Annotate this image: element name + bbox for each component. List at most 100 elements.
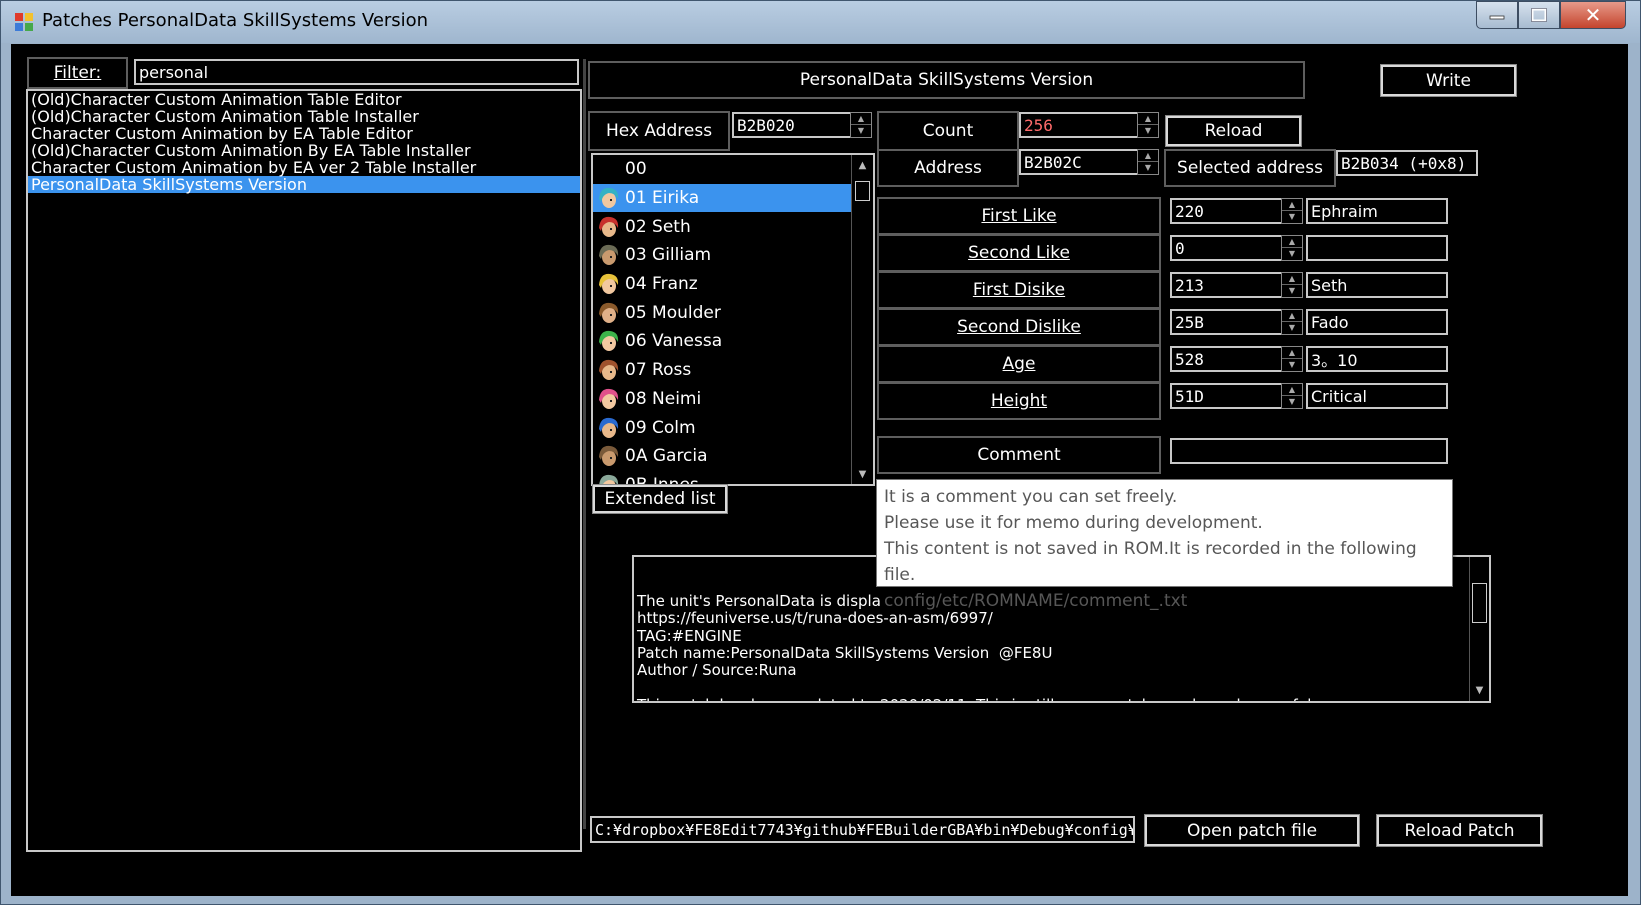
stepper-up-icon[interactable]: ▲ — [1282, 310, 1302, 322]
field-value-input[interactable]: 220 — [1170, 198, 1284, 224]
unit-list-label: 04 Franz — [625, 274, 698, 295]
stepper-up-icon[interactable]: ▲ — [1282, 273, 1302, 285]
stepper-down-icon[interactable]: ▼ — [1282, 285, 1302, 297]
stepper-up-icon[interactable]: ▲ — [1138, 113, 1158, 125]
unit-list-item[interactable]: 05 Moulder — [593, 298, 853, 327]
unit-list-item[interactable]: 04 Franz — [593, 270, 853, 299]
patch-list-item[interactable]: (Old)Character Custom Animation Table In… — [28, 108, 580, 125]
field-label-text[interactable]: First Disike — [973, 280, 1065, 300]
field-name-display[interactable] — [1306, 235, 1448, 261]
info-scrollbar[interactable]: ▲ ▼ — [1469, 557, 1489, 701]
maximize-button[interactable] — [1518, 1, 1560, 29]
unit-list-item[interactable]: 0B Innes — [593, 471, 853, 484]
patch-list-item[interactable]: (Old)Character Custom Animation By EA Ta… — [28, 142, 580, 159]
field-value-stepper[interactable]: ▲ ▼ — [1281, 383, 1303, 409]
unit-list-label: 0A Garcia — [625, 446, 708, 467]
patch-path-input[interactable]: C:¥dropbox¥FE8Edit7743¥github¥FEBuilderG… — [590, 816, 1135, 843]
reload-patch-button[interactable]: Reload Patch — [1376, 814, 1543, 847]
scroll-down-icon[interactable]: ▼ — [852, 464, 873, 484]
stepper-down-icon[interactable]: ▼ — [1138, 162, 1158, 174]
hex-address-input[interactable]: B2B020 — [732, 112, 852, 138]
field-value-stepper[interactable]: ▲ ▼ — [1281, 198, 1303, 224]
unit-list-item[interactable]: 00 — [593, 155, 853, 184]
field-value-input[interactable]: 0 — [1170, 235, 1284, 261]
unit-list-item[interactable]: 02 Seth — [593, 212, 853, 241]
field-name-display[interactable]: Ephraim — [1306, 198, 1448, 224]
comment-input[interactable] — [1170, 438, 1448, 464]
write-button[interactable]: Write — [1380, 64, 1517, 97]
minimize-button[interactable] — [1476, 1, 1518, 29]
patch-list-item[interactable]: PersonalData SkillSystems Version — [28, 176, 580, 193]
address-stepper[interactable]: ▲ ▼ — [1137, 149, 1159, 175]
count-input[interactable]: 256 — [1019, 112, 1139, 138]
patch-list-item[interactable]: (Old)Character Custom Animation Table Ed… — [28, 91, 580, 108]
field-label-text[interactable]: Height — [991, 391, 1047, 411]
field-name-display[interactable]: Fado — [1306, 309, 1448, 335]
scroll-down-icon[interactable]: ▼ — [1470, 681, 1489, 701]
unit-list-item[interactable]: 08 Neimi — [593, 385, 853, 414]
unit-list-item[interactable]: 09 Colm — [593, 413, 853, 442]
unit-list-scrollbar[interactable]: ▲ ▼ — [851, 155, 873, 484]
stepper-up-icon[interactable]: ▲ — [1282, 236, 1302, 248]
field-name-display[interactable]: Critical — [1306, 383, 1448, 409]
field-value-stepper[interactable]: ▲ ▼ — [1281, 346, 1303, 372]
stepper-up-icon[interactable]: ▲ — [1282, 384, 1302, 396]
patch-list-item[interactable]: Character Custom Animation by EA Table E… — [28, 125, 580, 142]
field-label-text[interactable]: First Like — [981, 206, 1056, 226]
field-label-text[interactable]: Second Like — [968, 243, 1070, 263]
filter-input[interactable]: personal — [134, 59, 579, 85]
field-value-input[interactable]: 51D — [1170, 383, 1284, 409]
field-label-text[interactable]: Second Dislike — [957, 317, 1081, 337]
scroll-up-icon[interactable]: ▲ — [852, 155, 873, 175]
unit-list-item[interactable]: 07 Ross — [593, 356, 853, 385]
unit-list-item[interactable]: 06 Vanessa — [593, 327, 853, 356]
count-stepper[interactable]: ▲ ▼ — [1137, 112, 1159, 138]
address-input[interactable]: B2B02C — [1019, 149, 1139, 175]
field-name-text: Seth — [1311, 275, 1348, 295]
selected-address-input[interactable]: B2B034 (+0x8) — [1336, 150, 1478, 176]
stepper-down-icon[interactable]: ▼ — [1138, 125, 1158, 137]
stepper-down-icon[interactable]: ▼ — [1282, 359, 1302, 371]
field-name-display[interactable]: 3。10 — [1306, 346, 1448, 372]
stepper-down-icon[interactable]: ▼ — [1282, 396, 1302, 408]
field-value-stepper[interactable]: ▲ ▼ — [1281, 272, 1303, 298]
unit-list-label: 05 Moulder — [625, 302, 721, 323]
unit-list-item[interactable]: 01 Eirika — [593, 183, 853, 213]
unit-list[interactable]: 00 01 Eirika 02 Seth 03 Gilliam 04 Franz 05 M… — [591, 153, 875, 486]
app-window: Patches PersonalData SkillSystems Versio… — [0, 0, 1641, 905]
unit-list-label: 01 Eirika — [625, 188, 700, 209]
field-name-display[interactable]: Seth — [1306, 272, 1448, 298]
portrait-icon — [599, 417, 619, 438]
patch-list-item[interactable]: Character Custom Animation by EA ver 2 T… — [28, 159, 580, 176]
scroll-thumb[interactable] — [1472, 583, 1487, 623]
stepper-down-icon[interactable]: ▼ — [1282, 211, 1302, 223]
extended-list-button[interactable]: Extended list — [592, 484, 728, 514]
scroll-thumb[interactable] — [855, 181, 870, 201]
field-value-stepper[interactable]: ▲ ▼ — [1281, 309, 1303, 335]
field-value-input[interactable]: 528 — [1170, 346, 1284, 372]
portrait-icon — [599, 388, 619, 409]
field-value-stepper[interactable]: ▲ ▼ — [1281, 235, 1303, 261]
stepper-up-icon[interactable]: ▲ — [1282, 199, 1302, 211]
close-button[interactable]: ✕ — [1560, 1, 1626, 29]
reload-button[interactable]: Reload — [1165, 115, 1302, 147]
portrait-icon — [599, 360, 619, 381]
field-label-text[interactable]: Age — [1003, 354, 1036, 374]
patch-list[interactable]: (Old)Character Custom Animation Table Ed… — [26, 89, 582, 852]
field-value-input[interactable]: 213 — [1170, 272, 1284, 298]
stepper-down-icon[interactable]: ▼ — [851, 125, 871, 137]
field-value-input[interactable]: 25B — [1170, 309, 1284, 335]
open-patch-file-button[interactable]: Open patch file — [1144, 814, 1360, 847]
portrait-icon — [599, 216, 619, 237]
unit-list-label: 00 — [625, 159, 647, 180]
stepper-down-icon[interactable]: ▼ — [1282, 322, 1302, 334]
tooltip-line: It is a comment you can set freely. — [884, 487, 1178, 507]
hex-address-stepper[interactable]: ▲ ▼ — [850, 112, 872, 138]
stepper-up-icon[interactable]: ▲ — [1282, 347, 1302, 359]
title-bar[interactable]: Patches PersonalData SkillSystems Versio… — [1, 1, 1640, 43]
unit-list-item[interactable]: 03 Gilliam — [593, 241, 853, 270]
stepper-up-icon[interactable]: ▲ — [851, 113, 871, 125]
stepper-down-icon[interactable]: ▼ — [1282, 248, 1302, 260]
unit-list-item[interactable]: 0A Garcia — [593, 442, 853, 471]
stepper-up-icon[interactable]: ▲ — [1138, 150, 1158, 162]
